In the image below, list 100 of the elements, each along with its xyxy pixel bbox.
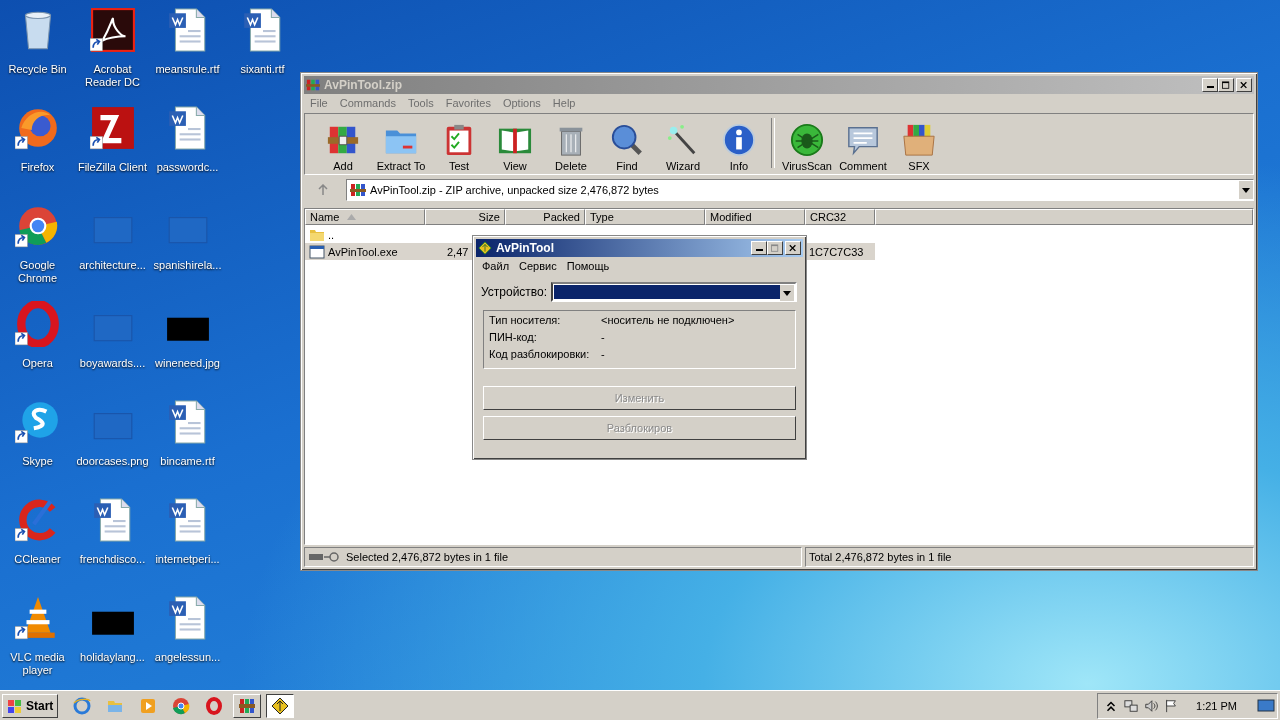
column-header[interactable]: Packed [505,209,585,225]
toolbar-button[interactable]: Add [315,123,371,172]
desktop-item[interactable]: Recycle Bin [0,5,75,95]
books-icon [306,78,320,92]
taskbar-button[interactable] [266,693,295,718]
menu-item[interactable]: Commands [335,96,400,110]
file-name: .. [328,228,335,241]
browser-icon [172,696,191,715]
toolbar-button[interactable]: Info [711,123,767,172]
menu-item[interactable]: Файл [478,259,514,273]
device-label: Устройство: [481,285,548,299]
column-header[interactable]: Size [425,209,505,225]
box-icon [902,123,936,157]
browser-icon [73,696,92,715]
info-value: <носитель не подключен> [601,314,735,326]
column-header[interactable]: Type [585,209,705,225]
column-title: Type [590,211,614,223]
toolbar-button[interactable]: VirusScan [779,123,835,172]
info-label: Код разблокировки: [489,348,591,360]
status-text: Selected 2,476,872 bytes in 1 file [346,551,509,563]
window-title: AvPinTool.zip [324,78,403,92]
menu-item[interactable]: File [306,96,332,110]
toolbar-button[interactable]: Delete [543,123,599,172]
file-row[interactable]: .. [305,226,875,243]
column-header[interactable]: Name [305,209,425,225]
toolbar-button[interactable]: View [487,123,543,172]
desktop-item[interactable]: Skype [0,397,75,487]
toolbar-button[interactable]: Extract To [371,123,431,172]
close-icon [789,243,797,253]
flag-icon[interactable] [1164,698,1179,713]
menu-item[interactable]: Сервис [515,259,561,273]
column-title: Modified [710,211,752,223]
network-icon[interactable] [1124,698,1139,713]
toolbar-button[interactable]: Find [599,123,655,172]
address-field[interactable]: AvPinTool.zip - ZIP archive, unpacked size 2,476,872 bytes [346,179,1254,201]
desktop-item[interactable]: angelessun... [150,593,225,683]
maximize-icon [1222,80,1230,90]
minimize-button[interactable] [751,241,767,255]
browser-icon [205,696,224,715]
application-icon [309,243,325,260]
toolbar-button[interactable]: Comment [835,123,891,172]
diamond-icon [271,696,290,715]
desktop-item[interactable]: FileZilla Client [75,103,150,193]
toolbar-button[interactable]: Wizard [655,123,711,172]
desktop-item[interactable]: Google Chrome [0,201,75,291]
close-button[interactable] [785,241,801,255]
info-value: - [601,348,605,360]
column-title: Name [310,211,340,223]
desktop-item[interactable]: Opera [0,299,75,389]
column-title: CRC32 [810,211,847,223]
info-icon [722,123,756,157]
maximize-button[interactable] [767,241,783,255]
toolbar-button[interactable]: Test [431,123,487,172]
desktop-item[interactable]: doorcases.png [75,397,150,487]
menu-item[interactable]: Options [498,96,545,110]
desktop-item[interactable]: CCleaner [0,495,75,585]
up-arrow-icon [317,184,329,196]
desktop-item[interactable]: architecture... [75,201,150,291]
close-button[interactable] [1236,78,1252,92]
file-name: AvPinTool.exe [328,245,398,258]
bug-icon [790,123,824,157]
clock[interactable]: 1:21 PM [1196,699,1237,712]
desktop-item[interactable]: holidaylang... [75,593,150,683]
info-label: Тип носителя: [489,314,562,326]
column-header[interactable]: CRC32 [805,209,875,225]
desktop-item[interactable]: VLC media player [0,593,75,683]
desktop-item[interactable]: sixanti.rtf [225,5,300,95]
file-crc: 1C7C7C33 [809,245,864,258]
desktop-item[interactable]: bincame.rtf [150,397,225,487]
maximize-icon [771,243,779,253]
device-dropdown[interactable] [551,282,797,302]
column-header[interactable]: Modified [705,209,805,225]
desktop-item[interactable]: frenchdisco... [75,495,150,585]
speaker-icon[interactable] [1144,698,1159,713]
info-value: - [601,331,605,343]
menu-item[interactable]: Помощь [562,259,614,273]
info-label: ПИН-код: [489,331,538,343]
maximize-button[interactable] [1218,78,1234,92]
diamond-icon [478,241,492,255]
desktop-item[interactable]: spanishirela... [150,201,225,291]
desktop-item[interactable]: passwordc... [150,103,225,193]
toolbar-button[interactable]: SFX [891,123,947,172]
show-desktop-icon[interactable] [1257,698,1275,713]
desktop-item[interactable]: internetperi... [150,495,225,585]
desktop-item[interactable]: meansrule.rtf [150,5,225,95]
menu-item[interactable]: Favorites [441,96,495,110]
minimize-icon [755,249,763,251]
status-text: Total 2,476,872 bytes in 1 file [809,551,952,563]
desktop-item[interactable]: Acrobat Reader DC [75,5,150,95]
desktop-item[interactable]: boyawards.... [75,299,150,389]
menu-item[interactable]: Tools [404,96,438,110]
window-title: AvPinTool [496,241,555,255]
start-button[interactable]: Start [2,693,59,718]
desktop-item[interactable]: wineneed.jpg [150,299,225,389]
magnifier-icon [610,123,644,157]
column-title: Size [478,211,500,223]
play-icon [139,696,158,715]
desktop-item[interactable]: Firefox [0,103,75,193]
file-size: 2,47 [447,245,469,258]
minimize-button[interactable] [1202,78,1218,92]
